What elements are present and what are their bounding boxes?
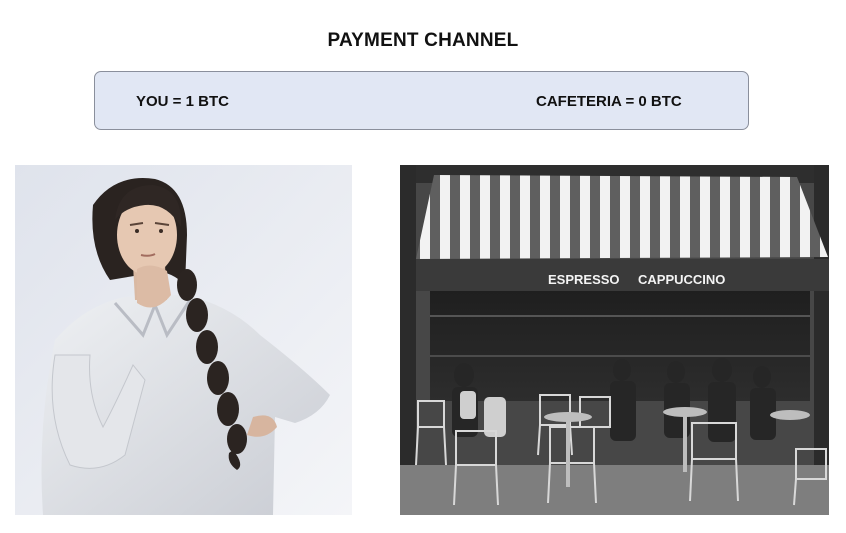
- cafe-storefront-photo: ESPRESSO CAPPUCCINO: [400, 165, 829, 515]
- awning-text-espresso: ESPRESSO: [548, 272, 620, 287]
- cafeteria-balance-label: CAFETERIA = 0 BTC: [536, 93, 682, 110]
- diagram-title: PAYMENT CHANNEL: [327, 30, 519, 51]
- thinking-woman-photo: [15, 165, 352, 515]
- awning-text-cappuccino: CAPPUCCINO: [638, 272, 725, 287]
- payment-channel-box: YOU = 1 BTC CAFETERIA = 0 BTC: [94, 71, 749, 130]
- you-balance-label: YOU = 1 BTC: [136, 93, 229, 110]
